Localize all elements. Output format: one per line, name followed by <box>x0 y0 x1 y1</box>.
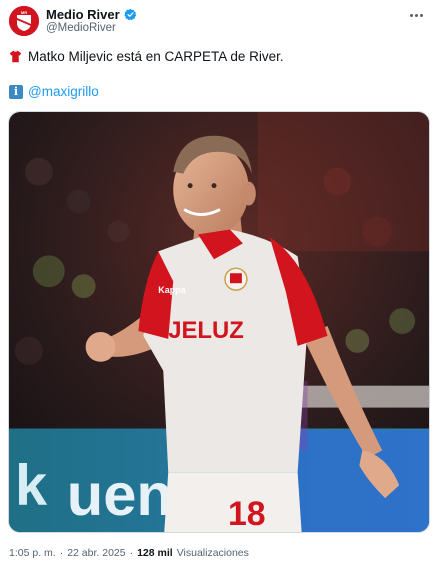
red-jersey-emoji <box>9 50 22 63</box>
river-plate-crest-icon: MR <box>9 6 39 36</box>
ad-board-left-text: k <box>15 454 48 518</box>
views-count: 128 mil <box>137 547 173 559</box>
views-label: Visualizaciones <box>176 547 249 559</box>
mention-link[interactable]: @maxigrillo <box>28 84 99 99</box>
author-display-name[interactable]: Medio River <box>46 7 120 22</box>
meta-separator: · <box>129 547 134 559</box>
svg-text:MR: MR <box>21 10 27 15</box>
information-emoji: i <box>9 84 23 99</box>
tweet-meta: 1:05 p. m. · 22 abr. 2025 · 128 mil Visu… <box>9 547 249 559</box>
tweet-date[interactable]: 22 abr. 2025 <box>67 547 125 559</box>
tweet-text: Matko Miljevic está en CARPETA de River. <box>28 49 284 64</box>
jersey-sponsor-text: JELUZ <box>168 317 244 344</box>
player-photo: k uena JELUZ Kappa 18 <box>9 112 429 532</box>
jersey-number-text: 18 <box>228 495 266 532</box>
more-options-icon[interactable] <box>407 8 425 22</box>
tweet-time[interactable]: 1:05 p. m. <box>9 547 56 559</box>
jersey-brand-text: Kappa <box>158 285 186 295</box>
mention-line: i @maxigrillo <box>9 84 99 99</box>
tweet-text-line: Matko Miljevic está en CARPETA de River. <box>9 49 284 64</box>
tweet-photo[interactable]: k uena JELUZ Kappa 18 <box>8 111 430 533</box>
avatar[interactable]: MR <box>9 6 39 36</box>
author-handle[interactable]: @MedioRiver <box>46 22 116 34</box>
verified-badge-icon <box>123 8 136 20</box>
meta-separator: · <box>59 547 64 559</box>
